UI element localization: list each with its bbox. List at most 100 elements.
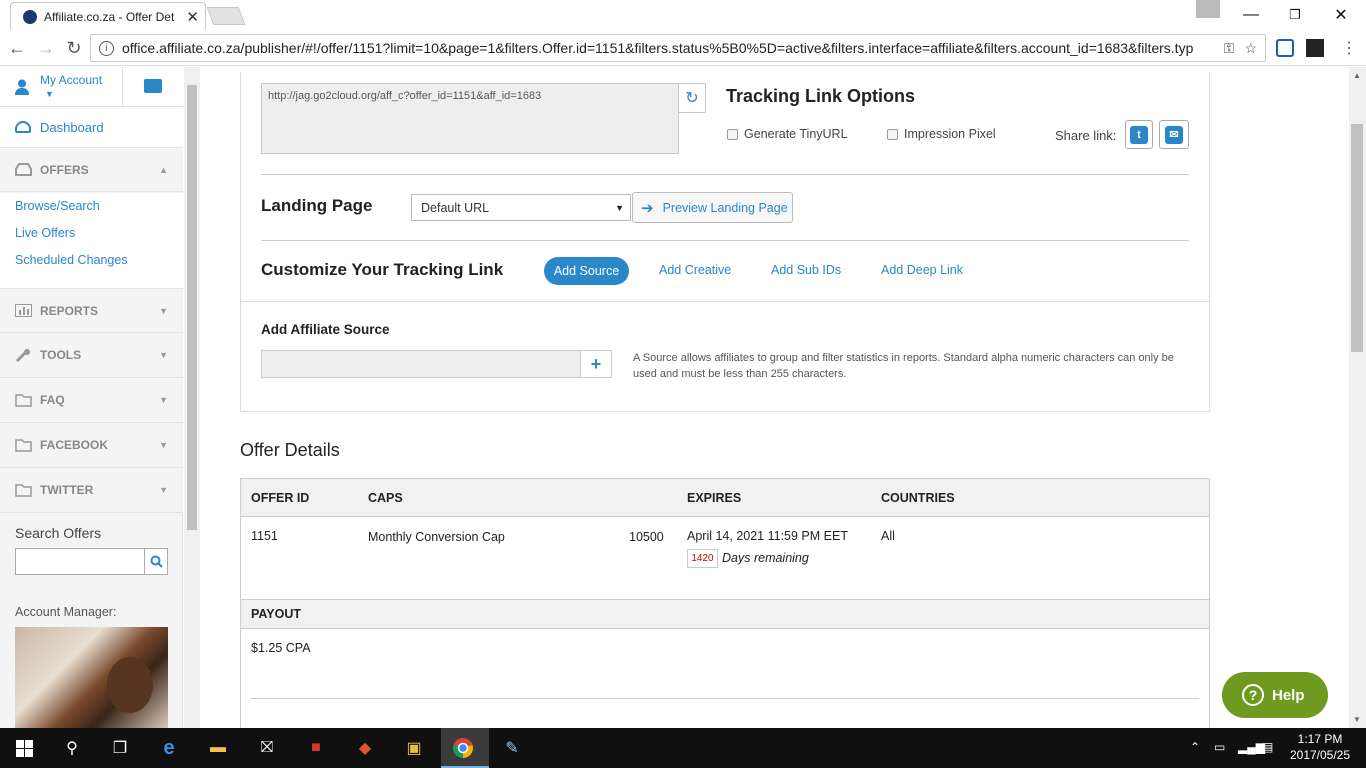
battery-icon[interactable]: ▭	[1214, 740, 1225, 754]
menu-icon[interactable]: ⋮	[1338, 37, 1360, 59]
folder-icon	[15, 483, 32, 497]
refresh-icon[interactable]: ↻	[678, 83, 706, 113]
sidebar: My Account ▼ Dashboard OFFERS ▲ Browse/S…	[0, 67, 183, 728]
tab-title: Affiliate.co.za - Offer Det	[44, 9, 175, 24]
restore-icon[interactable]: ❐	[1272, 0, 1318, 30]
add-deep-link-link[interactable]: Add Deep Link	[881, 263, 963, 277]
landing-page-value: Default URL	[421, 200, 490, 215]
page-scrollbar[interactable]: ▲ ▼	[1349, 67, 1366, 728]
info-icon[interactable]: i	[99, 40, 114, 56]
share-email-button[interactable]: ✉	[1159, 120, 1189, 149]
days-remaining-badge: 1420	[687, 549, 718, 568]
url-text: office.affiliate.co.za/publisher/#!/offe…	[122, 40, 1194, 56]
sidebar-section-twitter[interactable]: TWITTER ▼	[0, 468, 183, 513]
chevron-up-icon: ▲	[159, 165, 168, 175]
edge-icon[interactable]: e	[157, 736, 181, 760]
payout-value: $1.25 CPA	[251, 641, 311, 655]
checkbox[interactable]	[727, 128, 738, 140]
column-header: CAPS	[368, 491, 403, 505]
chevron-down-icon: ▼	[159, 350, 168, 360]
help-button[interactable]: ? Help	[1222, 672, 1328, 718]
search-icon	[150, 555, 163, 568]
folder-icon	[15, 438, 32, 452]
reload-icon[interactable]: ↻	[63, 37, 85, 59]
scroll-down-icon[interactable]: ▼	[1353, 715, 1361, 724]
address-bar[interactable]: i office.affiliate.co.za/publisher/#!/of…	[90, 34, 1266, 62]
source-help-text: A Source allows affiliates to group and …	[633, 352, 1174, 380]
search-button[interactable]	[144, 548, 168, 575]
paint-icon[interactable]: ✎	[500, 736, 524, 760]
tracking-options-title: Tracking Link Options	[726, 86, 916, 106]
extension-icon[interactable]	[1276, 39, 1294, 57]
sidebar-section-offers[interactable]: OFFERS ▲	[0, 147, 183, 192]
search-icon[interactable]: ⚲	[60, 736, 84, 760]
share-twitter-button[interactable]: t	[1125, 120, 1153, 149]
search-offers-input[interactable]	[15, 548, 145, 575]
bookmark-star-icon[interactable]: ☆	[1244, 40, 1257, 57]
impression-pixel-checkbox[interactable]: Impression Pixel	[887, 127, 996, 141]
tracking-link-panel: http://jag.go2cloud.org/aff_c?offer_id=1…	[240, 72, 1210, 412]
task-view-icon[interactable]: ❐	[108, 736, 132, 760]
file-explorer-icon[interactable]: ▬	[206, 736, 230, 760]
sidebar-link-scheduled-changes[interactable]: Scheduled Changes	[0, 247, 183, 274]
browser-tab[interactable]: Affiliate.co.za - Offer Det ✕	[10, 2, 206, 30]
sidebar-link-browse[interactable]: Browse/Search	[0, 193, 183, 220]
checkbox[interactable]	[887, 128, 898, 140]
divider	[241, 301, 1209, 302]
scroll-up-icon[interactable]: ▲	[1353, 71, 1361, 80]
sidebar-item-dashboard[interactable]: Dashboard	[0, 107, 183, 147]
app-icon[interactable]: ◆	[353, 736, 377, 760]
add-source-plus-button[interactable]: +	[580, 350, 612, 378]
question-icon: ?	[1242, 684, 1264, 706]
divider	[122, 67, 123, 107]
affiliate-source-input[interactable]	[261, 350, 581, 378]
offers-submenu: Browse/Search Live Offers Scheduled Chan…	[0, 193, 183, 289]
tracking-link-textarea[interactable]: http://jag.go2cloud.org/aff_c?offer_id=1…	[261, 83, 679, 154]
chevron-up-icon[interactable]: ⌃	[1190, 740, 1200, 754]
chrome-icon[interactable]	[451, 736, 475, 760]
close-window-icon[interactable]: ✕	[1318, 0, 1364, 30]
sidebar-link-live-offers[interactable]: Live Offers	[0, 220, 183, 247]
add-creative-link[interactable]: Add Creative	[659, 263, 731, 277]
chevron-down-icon: ▼	[159, 395, 168, 405]
tinyurl-checkbox[interactable]: Generate TinyURL	[727, 127, 848, 141]
arrow-right-icon: ➔	[641, 199, 654, 217]
back-icon[interactable]: ←	[6, 37, 28, 59]
sidebar-section-reports[interactable]: REPORTS ▼	[0, 288, 183, 333]
add-source-button[interactable]: Add Source	[544, 257, 629, 285]
reader-app-icon[interactable]: ■	[304, 736, 328, 760]
profile-icon[interactable]	[1196, 0, 1220, 18]
windows-start-icon[interactable]	[12, 736, 36, 760]
twitter-icon: t	[1130, 125, 1148, 144]
store-icon[interactable]: ⛝	[255, 736, 279, 760]
clock-date: 2017/05/25	[1289, 748, 1351, 762]
new-tab-button[interactable]	[206, 7, 246, 25]
sidebar-section-faq[interactable]: FAQ ▼	[0, 378, 183, 423]
add-sub-ids-link[interactable]: Add Sub IDs	[771, 263, 841, 277]
offer-details-title: Offer Details	[240, 440, 340, 460]
sidebar-section-label: TOOLS	[40, 348, 82, 362]
sidebar-section-facebook[interactable]: FACEBOOK ▼	[0, 423, 183, 468]
my-account-link[interactable]: My Account	[40, 73, 102, 87]
sidebar-section-tools[interactable]: TOOLS ▼	[0, 333, 183, 378]
reader-extension-icon[interactable]	[1306, 39, 1324, 57]
share-link-label: Share link:	[1055, 128, 1117, 143]
column-header: EXPIRES	[687, 491, 742, 505]
notifications-icon[interactable]: ▤	[1262, 740, 1273, 754]
forward-icon[interactable]: →	[35, 37, 57, 59]
minimize-icon[interactable]: —	[1228, 0, 1274, 30]
preview-landing-page-button[interactable]: ➔ Preview Landing Page	[632, 192, 793, 223]
envelope-icon[interactable]	[144, 79, 162, 93]
app-icon[interactable]: ▣	[402, 736, 426, 760]
clock[interactable]: 1:17 PM 2017/05/25	[1288, 731, 1352, 763]
sidebar-section-label: FAQ	[40, 393, 65, 407]
close-tab-icon[interactable]: ✕	[186, 8, 199, 26]
landing-page-select[interactable]: Default URL ▼	[411, 194, 631, 221]
offer-id: 1151	[251, 529, 278, 543]
chevron-down-icon[interactable]: ▼	[45, 89, 54, 99]
network-icon[interactable]: ▂▄▆	[1238, 740, 1265, 754]
sidebar-scrollbar[interactable]	[184, 67, 200, 728]
taskbar: ⚲ ❐ e ▬ ⛝ ■ ◆ ▣ ✎ ⌃ ▭ ▂▄▆ ▤ 1:17 PM 2017…	[0, 728, 1366, 768]
key-icon[interactable]: ⚿	[1224, 40, 1235, 57]
wrench-icon	[15, 348, 30, 362]
